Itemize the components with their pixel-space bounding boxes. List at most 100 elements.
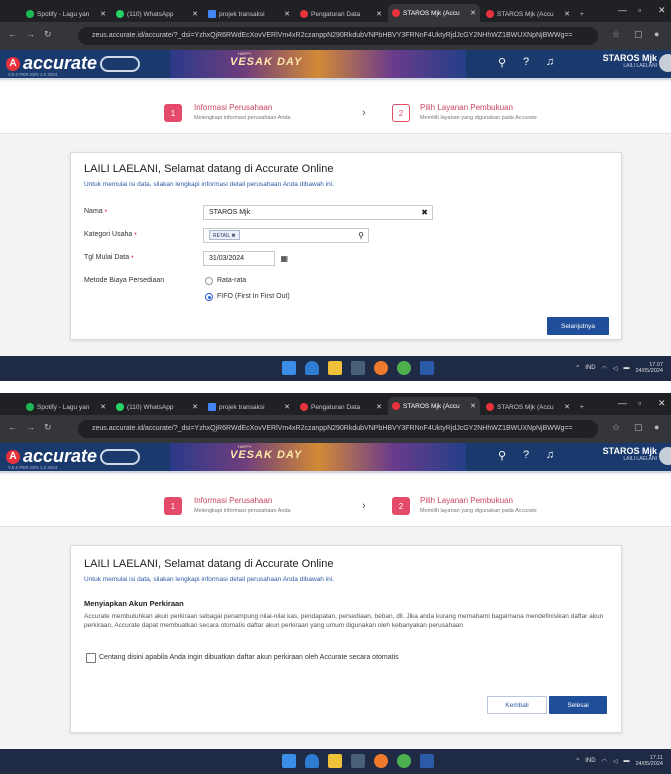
close-window-icon[interactable]: ✕ bbox=[658, 5, 666, 16]
firefox-icon[interactable] bbox=[374, 754, 388, 768]
close-icon[interactable]: ✕ bbox=[284, 10, 290, 18]
firefox-icon[interactable] bbox=[374, 361, 388, 375]
back-icon[interactable]: ← bbox=[8, 29, 17, 39]
url-input[interactable]: zeus.accurate.id/accurate/?_dsi=YzhxQjR6… bbox=[78, 27, 598, 45]
search-icon[interactable]: ⚲ bbox=[494, 56, 510, 72]
close-icon[interactable]: ✕ bbox=[192, 10, 198, 18]
radio-fifo[interactable] bbox=[205, 293, 213, 301]
battery-icon[interactable]: ▬ bbox=[623, 365, 629, 371]
close-icon[interactable]: ✕ bbox=[564, 403, 570, 411]
close-icon[interactable]: ✕ bbox=[192, 403, 198, 411]
bell-icon[interactable]: ♫ bbox=[542, 449, 558, 465]
next-button[interactable]: Selanjutnya bbox=[547, 317, 609, 335]
tray-chevron-icon[interactable]: ^ bbox=[576, 365, 579, 371]
radio-rata-rata[interactable] bbox=[205, 277, 213, 285]
user-menu[interactable]: STAROS Mjk LAILI LAELANI bbox=[603, 53, 657, 69]
tray-chevron-icon[interactable]: ^ bbox=[576, 758, 579, 764]
close-icon[interactable]: ✕ bbox=[470, 402, 476, 410]
chrome-icon[interactable] bbox=[397, 754, 411, 768]
profile-icon[interactable]: ● bbox=[654, 29, 659, 39]
clock[interactable]: 17.11 24/05/2024 bbox=[635, 755, 663, 767]
close-icon[interactable]: ✕ bbox=[564, 10, 570, 18]
maximize-icon[interactable]: ▫ bbox=[638, 398, 641, 408]
forward-icon[interactable]: → bbox=[26, 422, 35, 432]
extensions-icon[interactable]: ▢ bbox=[634, 29, 643, 40]
finish-button[interactable]: Selesai bbox=[549, 696, 607, 714]
url-input[interactable]: zeus.accurate.id/accurate/?_dsi=YzhxQjR6… bbox=[78, 420, 598, 438]
camera-icon[interactable] bbox=[351, 361, 365, 375]
clock[interactable]: 17.07 24/05/2024 bbox=[635, 362, 663, 374]
kategori-input[interactable]: RETAIL ✖ ⚲ bbox=[203, 228, 369, 243]
language-indicator[interactable]: IND bbox=[585, 365, 595, 371]
tab-spotify[interactable]: Spotify - Lagu yan ✕ bbox=[22, 6, 110, 22]
tab-staros[interactable]: STAROS Mjk (Accu ✕ bbox=[482, 399, 574, 415]
help-icon[interactable]: ? bbox=[518, 449, 534, 465]
tab-staros-active[interactable]: STAROS Mjk (Accu ✕ bbox=[388, 4, 480, 22]
defender-icon[interactable] bbox=[305, 361, 319, 375]
tab-whatsapp[interactable]: (110) WhatsApp ✕ bbox=[112, 399, 202, 415]
checkbox-label[interactable]: Centang disini apabila Anda ingin dibuat… bbox=[99, 654, 399, 661]
help-icon[interactable]: ? bbox=[518, 56, 534, 72]
minimize-icon[interactable]: — bbox=[618, 5, 627, 15]
tab-pengaturan[interactable]: Pengaturan Data ✕ bbox=[296, 399, 386, 415]
windows-start-icon[interactable] bbox=[282, 361, 296, 375]
option2-label[interactable]: FIFO (First In First Out) bbox=[217, 293, 290, 300]
maximize-icon[interactable]: ▫ bbox=[638, 5, 641, 15]
close-window-icon[interactable]: ✕ bbox=[658, 398, 666, 409]
volume-icon[interactable]: ◁ bbox=[613, 758, 618, 765]
forward-icon[interactable]: → bbox=[26, 29, 35, 39]
calendar-icon[interactable]: ▦ bbox=[280, 252, 288, 265]
star-icon[interactable]: ☆ bbox=[612, 29, 620, 40]
search-icon[interactable]: ⚲ bbox=[358, 229, 364, 242]
reload-icon[interactable]: ↻ bbox=[44, 422, 52, 433]
tab-staros-active[interactable]: STAROS Mjk (Accu ✕ bbox=[388, 397, 480, 415]
new-tab-button[interactable]: + bbox=[576, 399, 588, 415]
reload-icon[interactable]: ↻ bbox=[44, 29, 52, 40]
close-icon[interactable]: ✕ bbox=[284, 403, 290, 411]
defender-icon[interactable] bbox=[305, 754, 319, 768]
avatar[interactable] bbox=[659, 447, 671, 465]
tab-staros[interactable]: STAROS Mjk (Accu ✕ bbox=[482, 6, 574, 22]
accurate-logo[interactable]: Aaccurate bbox=[6, 53, 97, 74]
tab-spotify[interactable]: Spotify - Lagu yan ✕ bbox=[22, 399, 110, 415]
avatar[interactable] bbox=[659, 54, 671, 72]
language-indicator[interactable]: IND bbox=[585, 758, 595, 764]
auto-accounts-checkbox[interactable] bbox=[86, 653, 96, 663]
close-icon[interactable]: ✕ bbox=[376, 403, 382, 411]
wifi-icon[interactable]: ◠ bbox=[602, 758, 607, 765]
new-tab-button[interactable]: + bbox=[576, 6, 588, 22]
volume-icon[interactable]: ◁ bbox=[613, 365, 618, 372]
extensions-icon[interactable]: ▢ bbox=[634, 422, 643, 433]
close-icon[interactable]: ✕ bbox=[100, 403, 106, 411]
tgl-input[interactable]: 31/03/2024 ▦ bbox=[203, 251, 288, 266]
chrome-icon[interactable] bbox=[397, 361, 411, 375]
close-icon[interactable]: ✕ bbox=[470, 9, 476, 17]
back-icon[interactable]: ← bbox=[8, 422, 17, 432]
close-icon[interactable]: ✕ bbox=[376, 10, 382, 18]
tab-projek[interactable]: projek transaksi ✕ bbox=[204, 399, 294, 415]
file-explorer-icon[interactable] bbox=[328, 754, 342, 768]
tab-pengaturan[interactable]: Pengaturan Data ✕ bbox=[296, 6, 386, 22]
bell-icon[interactable]: ♫ bbox=[542, 56, 558, 72]
kategori-chip[interactable]: RETAIL ✖ bbox=[209, 230, 240, 240]
profile-icon[interactable]: ● bbox=[654, 422, 659, 432]
close-icon[interactable]: ✕ bbox=[100, 10, 106, 18]
word-icon[interactable] bbox=[420, 754, 434, 768]
tab-projek[interactable]: projek transaksi ✕ bbox=[204, 6, 294, 22]
clear-icon[interactable]: ✖ bbox=[421, 206, 428, 219]
wifi-icon[interactable]: ◠ bbox=[602, 365, 607, 372]
word-icon[interactable] bbox=[420, 361, 434, 375]
camera-icon[interactable] bbox=[351, 754, 365, 768]
battery-icon[interactable]: ▬ bbox=[623, 758, 629, 764]
accurate-logo[interactable]: Aaccurate bbox=[6, 446, 97, 467]
file-explorer-icon[interactable] bbox=[328, 361, 342, 375]
star-icon[interactable]: ☆ bbox=[612, 422, 620, 433]
chip-remove-icon[interactable]: ✖ bbox=[231, 233, 235, 239]
tab-whatsapp[interactable]: (110) WhatsApp ✕ bbox=[112, 6, 202, 22]
windows-start-icon[interactable] bbox=[282, 754, 296, 768]
back-button[interactable]: Kembali bbox=[487, 696, 547, 714]
option1-label[interactable]: Rata-rata bbox=[217, 277, 246, 284]
nama-input[interactable]: STAROS Mjk ✖ bbox=[203, 205, 433, 220]
search-icon[interactable]: ⚲ bbox=[494, 449, 510, 465]
user-menu[interactable]: STAROS Mjk LAILI LAELANI bbox=[603, 446, 657, 462]
